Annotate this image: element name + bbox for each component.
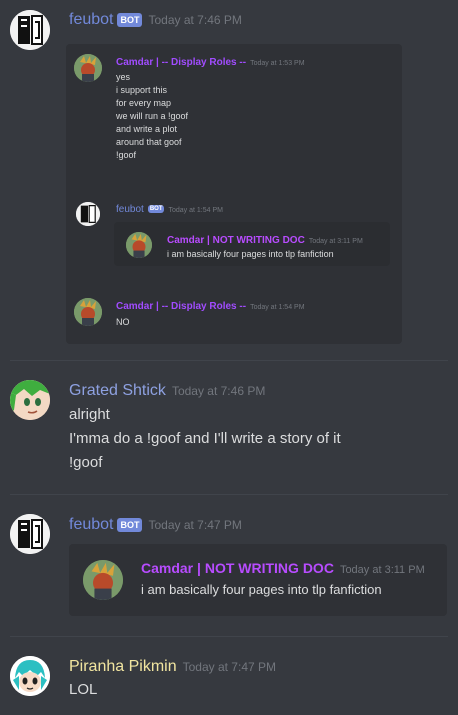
camdar-avatar-icon [74, 298, 102, 326]
message-line: LOL [69, 681, 98, 698]
feubot-logo-icon [10, 514, 50, 554]
author-name[interactable]: feubot [69, 11, 113, 28]
quote-line: !goof [116, 150, 137, 160]
quote-line: around that goof [116, 137, 182, 147]
quote-timestamp: Today at 3:11 PM [339, 564, 425, 576]
timestamp[interactable]: Today at 7:46 PM [172, 384, 265, 398]
feubot-logo-icon [10, 10, 50, 50]
author-name[interactable]: feubot [69, 516, 113, 533]
quote-author[interactable]: Camdar | -- Display Roles -- [116, 301, 246, 312]
bot-badge: BOT [147, 205, 165, 214]
timestamp[interactable]: Today at 7:47 PM [148, 518, 241, 532]
timestamp[interactable]: Today at 7:47 PM [183, 660, 276, 674]
bot-badge: BOT [117, 12, 143, 27]
quote-line: yes [116, 72, 131, 82]
author-name[interactable]: Piranha Pikmin [69, 658, 177, 675]
author-name[interactable]: Grated Shtick [69, 382, 166, 399]
message-line: I'mma do a !goof and I'll write a story … [69, 430, 341, 447]
grated-shtick-avatar-icon [10, 380, 50, 420]
quote-author[interactable]: feubot [116, 204, 144, 215]
feubot-avatar[interactable] [10, 10, 50, 50]
camdar-avatar[interactable] [74, 54, 102, 82]
quote-line: we will run a !goof [116, 111, 189, 121]
camdar-avatar[interactable] [74, 298, 102, 326]
timestamp[interactable]: Today at 7:46 PM [148, 13, 241, 27]
message-divider [10, 494, 448, 495]
feubot-logo-icon [76, 202, 100, 226]
feubot-avatar[interactable] [10, 514, 50, 554]
bot-badge: BOT [117, 517, 143, 532]
quote-line: for every map [116, 98, 172, 108]
quote-timestamp: Today at 3:11 PM [308, 238, 363, 245]
quote-embed: Camdar | -- Display Roles -- Today at 1:5… [66, 44, 402, 344]
camdar-avatar[interactable] [126, 232, 152, 258]
camdar-avatar-icon [74, 54, 102, 82]
quote-author[interactable]: Camdar | -- Display Roles -- [116, 57, 246, 68]
camdar-avatar-icon [83, 560, 123, 600]
message-divider [10, 636, 448, 637]
quote-line: and write a plot [116, 124, 178, 134]
message-divider [10, 360, 448, 361]
grated-shtick-avatar[interactable] [10, 380, 50, 420]
quote-text: i am basically four pages into tlp fanfi… [141, 582, 382, 597]
quote-timestamp: Today at 1:54 PM [168, 207, 223, 214]
message-line: alright [69, 406, 110, 423]
nested-embed: Camdar | NOT WRITING DOC Today at 3:11 PM… [114, 222, 390, 266]
quote-timestamp: Today at 1:53 PM [250, 60, 305, 67]
camdar-avatar[interactable] [83, 560, 123, 600]
message-line: !goof [69, 454, 103, 471]
quote-line: NO [116, 317, 130, 327]
quote-lines: yes i support this for every map we will… [116, 71, 188, 162]
feubot-avatar-small[interactable] [76, 202, 100, 226]
quote-line: i support this [116, 85, 168, 95]
quote-author[interactable]: Camdar | NOT WRITING DOC [167, 235, 305, 246]
quote-text: i am basically four pages into tlp fanfi… [167, 249, 334, 259]
quote-embed: Camdar | NOT WRITING DOC Today at 3:11 PM… [69, 544, 447, 616]
piranha-pikmin-avatar-icon [10, 656, 50, 696]
quote-timestamp: Today at 1:54 PM [250, 304, 305, 311]
message-body: alright I'mma do a !goof and I'll write … [69, 403, 341, 475]
quote-author[interactable]: Camdar | NOT WRITING DOC [141, 560, 334, 576]
camdar-avatar-icon [126, 232, 152, 258]
piranha-pikmin-avatar[interactable] [10, 656, 50, 696]
